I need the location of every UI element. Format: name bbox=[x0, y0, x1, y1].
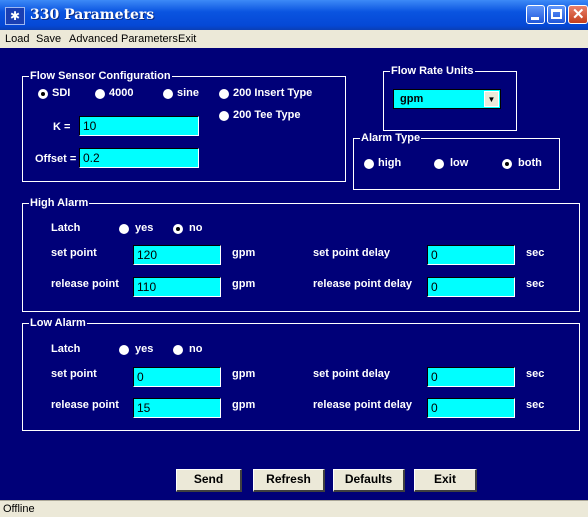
label-high: high bbox=[378, 157, 402, 169]
k-input[interactable]: 10 bbox=[79, 116, 199, 136]
label-sine: sine bbox=[177, 87, 200, 99]
flow-sensor-group: Flow Sensor Configuration SDI 4000 sine … bbox=[22, 70, 346, 182]
flow-rate-units-title: Flow Rate Units bbox=[390, 65, 475, 78]
high-set-delay-unit: sec bbox=[526, 247, 545, 259]
high-set-delay-input[interactable]: 0 bbox=[427, 245, 515, 265]
high-release-point-unit: gpm bbox=[232, 278, 256, 290]
low-alarm-title: Low Alarm bbox=[29, 317, 87, 330]
radio-200-insert[interactable] bbox=[219, 89, 229, 99]
menu-bar: Load Save Advanced Parameters Exit bbox=[0, 30, 588, 48]
label-200-tee: 200 Tee Type bbox=[233, 109, 301, 121]
minimize-icon bbox=[531, 17, 539, 20]
menu-exit[interactable]: Exit bbox=[178, 33, 196, 45]
defaults-button[interactable]: Defaults bbox=[333, 469, 405, 492]
label-both: both bbox=[518, 157, 542, 169]
low-alarm-group: Low Alarm Latch yes no set point 0 gpm s… bbox=[22, 317, 580, 431]
high-release-delay-unit: sec bbox=[526, 278, 545, 290]
low-release-delay-label: release point delay bbox=[313, 399, 413, 411]
flow-rate-units-select[interactable]: gpm ▼ bbox=[393, 89, 501, 109]
low-release-point-unit: gpm bbox=[232, 399, 256, 411]
high-latch-yes-label: yes bbox=[135, 222, 154, 234]
alarm-type-title: Alarm Type bbox=[360, 132, 422, 145]
radio-sdi[interactable] bbox=[38, 89, 48, 99]
high-release-point-label: release point bbox=[51, 278, 119, 290]
high-latch-label: Latch bbox=[51, 222, 81, 234]
refresh-button[interactable]: Refresh bbox=[253, 469, 325, 492]
low-set-delay-label: set point delay bbox=[313, 368, 391, 380]
high-latch-no-radio[interactable] bbox=[173, 224, 183, 234]
radio-both[interactable] bbox=[502, 159, 512, 169]
status-bar: Offline bbox=[0, 500, 588, 517]
flow-rate-units-value: gpm bbox=[400, 93, 424, 105]
menu-advanced-parameters[interactable]: Advanced Parameters bbox=[69, 33, 178, 45]
minimize-button[interactable] bbox=[526, 5, 545, 24]
maximize-button[interactable] bbox=[547, 5, 566, 24]
menu-load[interactable]: Load bbox=[5, 33, 29, 45]
radio-200-tee[interactable] bbox=[219, 111, 229, 121]
send-button[interactable]: Send bbox=[176, 469, 242, 492]
status-text: Offline bbox=[3, 503, 35, 515]
radio-high[interactable] bbox=[364, 159, 374, 169]
label-sdi: SDI bbox=[52, 87, 71, 99]
low-release-point-label: release point bbox=[51, 399, 119, 411]
label-k: K = bbox=[53, 121, 71, 133]
radio-4000[interactable] bbox=[95, 89, 105, 99]
high-release-delay-label: release point delay bbox=[313, 278, 413, 290]
chevron-down-icon[interactable]: ▼ bbox=[484, 91, 499, 107]
flow-sensor-title: Flow Sensor Configuration bbox=[29, 70, 172, 83]
high-alarm-group: High Alarm Latch yes no set point 120 gp… bbox=[22, 197, 580, 312]
low-latch-yes-radio[interactable] bbox=[119, 345, 129, 355]
label-low: low bbox=[450, 157, 469, 169]
high-set-point-input[interactable]: 120 bbox=[133, 245, 221, 265]
window-title: 330 Parameters bbox=[30, 7, 155, 23]
high-set-point-unit: gpm bbox=[232, 247, 256, 259]
close-button[interactable]: ✕ bbox=[568, 5, 588, 24]
low-set-delay-input[interactable]: 0 bbox=[427, 367, 515, 387]
flow-rate-units-group: Flow Rate Units gpm ▼ bbox=[383, 65, 517, 131]
high-set-point-label: set point bbox=[51, 247, 97, 259]
high-release-point-input[interactable]: 110 bbox=[133, 277, 221, 297]
low-latch-yes-label: yes bbox=[135, 343, 154, 355]
label-offset: Offset = bbox=[35, 153, 77, 165]
high-set-delay-label: set point delay bbox=[313, 247, 391, 259]
low-set-point-input[interactable]: 0 bbox=[133, 367, 221, 387]
low-latch-no-label: no bbox=[189, 343, 203, 355]
exit-button[interactable]: Exit bbox=[414, 469, 477, 492]
label-4000: 4000 bbox=[109, 87, 134, 99]
client-area: Flow Sensor Configuration SDI 4000 sine … bbox=[0, 48, 588, 500]
alarm-type-group: Alarm Type high low both bbox=[353, 132, 560, 190]
offset-input[interactable]: 0.2 bbox=[79, 148, 199, 168]
high-release-delay-input[interactable]: 0 bbox=[427, 277, 515, 297]
low-release-delay-input[interactable]: 0 bbox=[427, 398, 515, 418]
label-200-insert: 200 Insert Type bbox=[233, 87, 313, 99]
high-latch-no-label: no bbox=[189, 222, 203, 234]
high-alarm-title: High Alarm bbox=[29, 197, 90, 210]
app-icon: ✱ bbox=[5, 7, 25, 25]
radio-sine[interactable] bbox=[163, 89, 173, 99]
low-latch-label: Latch bbox=[51, 343, 81, 355]
low-set-point-unit: gpm bbox=[232, 368, 256, 380]
radio-low[interactable] bbox=[434, 159, 444, 169]
high-latch-yes-radio[interactable] bbox=[119, 224, 129, 234]
close-icon: ✕ bbox=[572, 6, 585, 23]
low-release-point-input[interactable]: 15 bbox=[133, 398, 221, 418]
low-set-point-label: set point bbox=[51, 368, 97, 380]
low-set-delay-unit: sec bbox=[526, 368, 545, 380]
title-bar[interactable]: ✱ 330 Parameters ✕ bbox=[0, 0, 588, 30]
low-latch-no-radio[interactable] bbox=[173, 345, 183, 355]
low-release-delay-unit: sec bbox=[526, 399, 545, 411]
maximize-icon bbox=[551, 9, 562, 19]
menu-save[interactable]: Save bbox=[36, 33, 61, 45]
